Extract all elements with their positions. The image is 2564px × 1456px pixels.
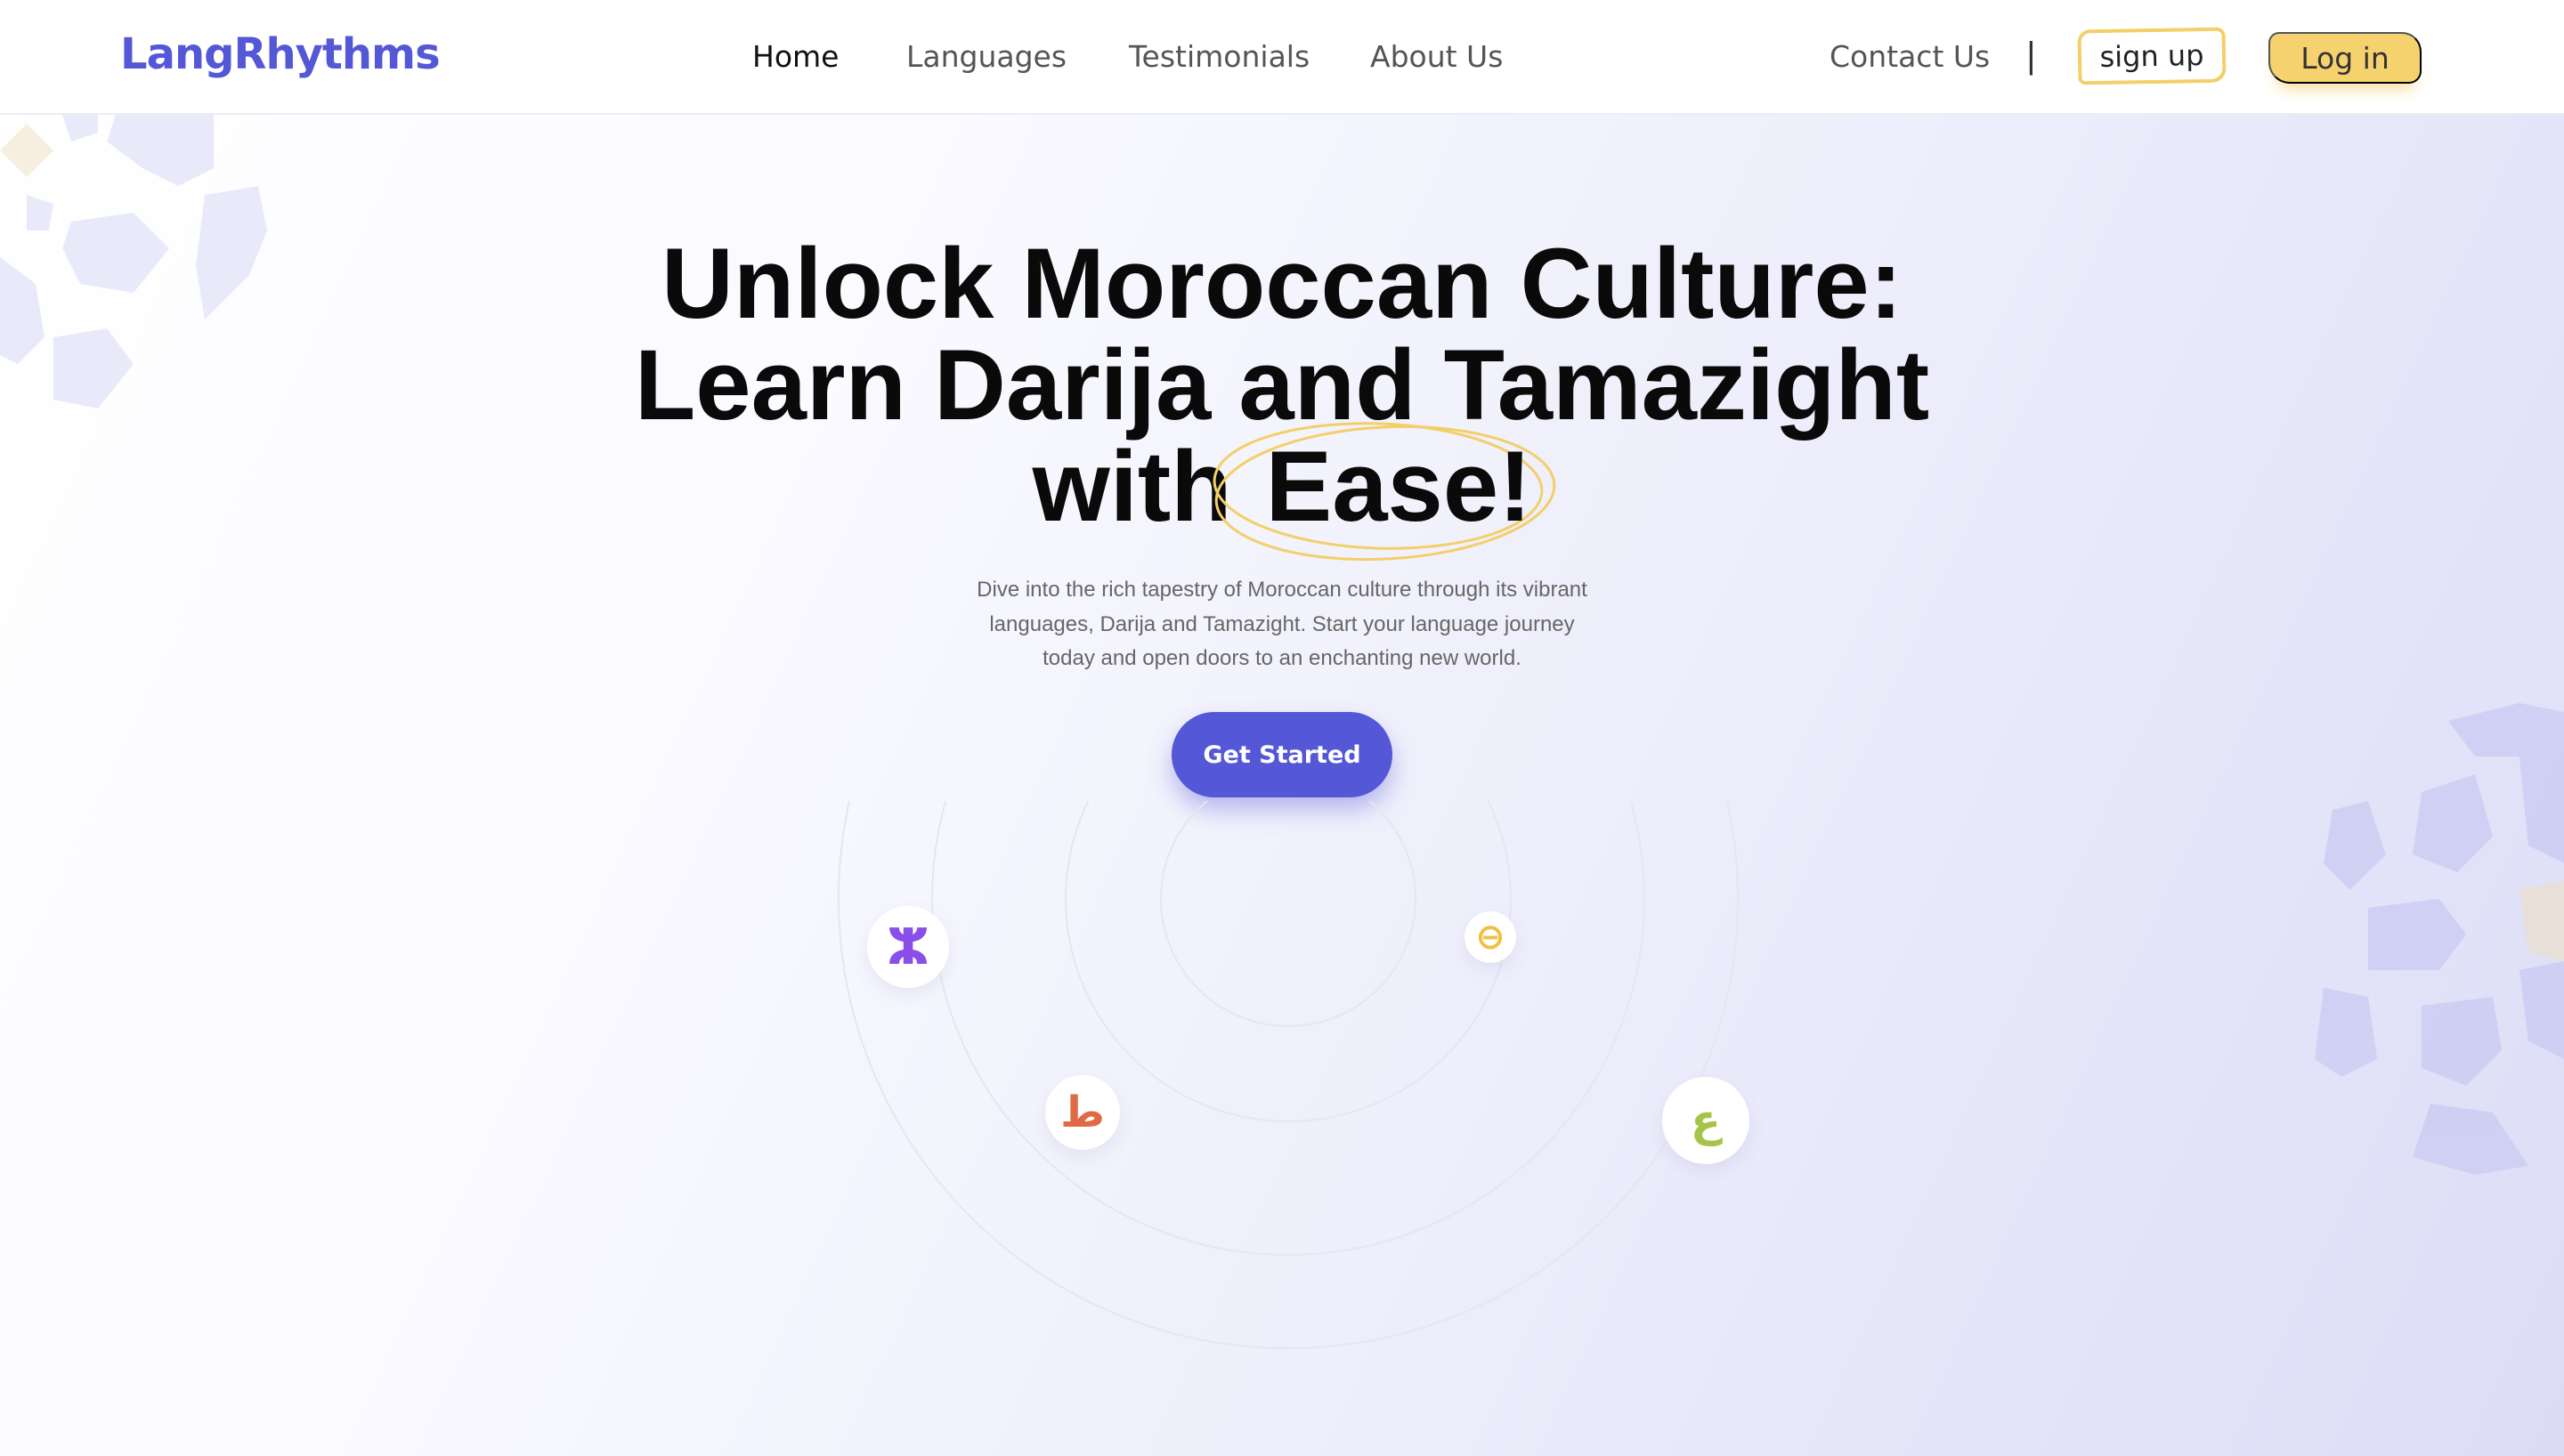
hero-highlight-word: Ease!: [1265, 431, 1532, 542]
orbit-decoration: ⵣ ⊖ ط ع: [801, 449, 1781, 1428]
nav-about-us[interactable]: About Us: [1370, 39, 1503, 74]
tifinagh-yaz-icon: ⵣ: [867, 906, 949, 988]
hero-subtitle-line-2: languages, Darija and Tamazight. Start y…: [989, 611, 1575, 636]
nav-contact-us[interactable]: Contact Us: [1830, 39, 1990, 74]
arabic-ain-icon: ع: [1662, 1077, 1749, 1164]
hero-subtitle-line-3: today and open doors to an enchanting ne…: [1043, 646, 1521, 670]
hero-subtitle-line-1: Dive into the rich tapestry of Moroccan …: [977, 578, 1587, 602]
nav-separator: |: [2025, 36, 2037, 75]
nav-testimonials[interactable]: Testimonials: [1129, 39, 1310, 74]
hero-subtitle: Dive into the rich tapestry of Moroccan …: [926, 573, 1638, 676]
hero-title-prefix: with: [1032, 431, 1232, 542]
hero-title-highlight: Ease!: [1213, 422, 1555, 562]
orbit-rings: [838, 449, 1739, 1349]
nav-languages[interactable]: Languages: [906, 39, 1067, 74]
arabic-taa-icon: ط: [1045, 1075, 1120, 1150]
hero-title: Unlock Moroccan Culture: Learn Darija an…: [570, 228, 1994, 562]
nav-home[interactable]: Home: [752, 39, 839, 74]
moroccan-pattern-decoration-right: [2315, 703, 2564, 1175]
login-button[interactable]: Log in: [2268, 32, 2422, 84]
signup-button[interactable]: sign up: [2077, 27, 2227, 85]
moroccan-pattern-decoration-left: [0, 115, 267, 408]
hero-title-line-1: Unlock Moroccan Culture:: [661, 228, 1903, 339]
logo[interactable]: LangRhythms: [120, 29, 441, 79]
get-started-button[interactable]: Get Started: [1172, 712, 1392, 797]
top-navbar: LangRhythms Home Languages Testimonials …: [0, 0, 2564, 115]
circle-minus-icon: ⊖: [1465, 911, 1516, 963]
hero-title-line-3: with Ease!: [570, 422, 1994, 562]
